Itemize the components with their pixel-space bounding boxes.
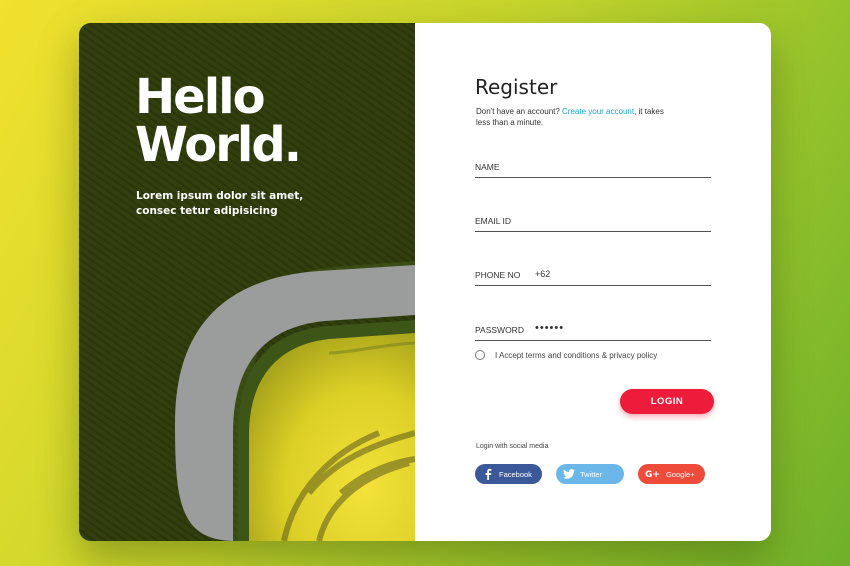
google-plus-label: Google+ (666, 469, 695, 479)
terms-radio-icon[interactable] (475, 350, 485, 360)
register-title: Register (475, 75, 558, 99)
hero-title-line2: World. (135, 117, 302, 173)
facebook-icon (481, 467, 495, 481)
hero-title: Hello World. (135, 69, 302, 173)
facebook-label: Facebook (499, 469, 532, 479)
phone-label: PHONE NO (475, 270, 521, 280)
email-field[interactable]: EMAIL ID (475, 213, 711, 232)
register-form: Register Don't have an account? Create y… (475, 23, 735, 541)
google-plus-button[interactable]: G+ Google+ (638, 464, 705, 484)
login-button[interactable]: LOGIN (620, 389, 714, 414)
facebook-button[interactable]: Facebook (475, 464, 542, 484)
terms-label: I Accept terms and conditions & privacy … (495, 350, 658, 360)
register-desc-prefix: Don't have an account? (476, 107, 563, 116)
email-label: EMAIL ID (475, 216, 512, 226)
twitter-button[interactable]: Twitter (556, 464, 624, 484)
twitter-icon (562, 467, 576, 481)
hero-panel: Hello World. Lorem ipsum dolor sit amet,… (79, 23, 415, 541)
register-description: Don't have an account? Create your accou… (476, 106, 666, 128)
hero-title-line1: Hello (135, 69, 266, 125)
name-field[interactable]: NAME (475, 159, 711, 178)
create-account-link[interactable]: Create your account (562, 107, 634, 116)
password-label: PASSWORD (475, 325, 524, 335)
terms-row: I Accept terms and conditions & privacy … (475, 350, 657, 360)
password-value: •••••• (535, 322, 565, 334)
twitter-label: Twitter (580, 469, 603, 479)
name-label: NAME (475, 162, 500, 172)
register-card: Hello World. Lorem ipsum dolor sit amet,… (79, 23, 771, 541)
svg-text:G+: G+ (645, 470, 660, 479)
hero-subtitle: Lorem ipsum dolor sit amet, consec tetur… (136, 190, 304, 217)
password-field[interactable]: PASSWORD •••••• (475, 322, 711, 341)
phone-prefix: +62 (535, 269, 551, 279)
phone-field[interactable]: PHONE NO +62 (475, 267, 711, 286)
social-login-caption: Login with social media (476, 443, 549, 450)
google-plus-icon: G+ (644, 467, 662, 481)
